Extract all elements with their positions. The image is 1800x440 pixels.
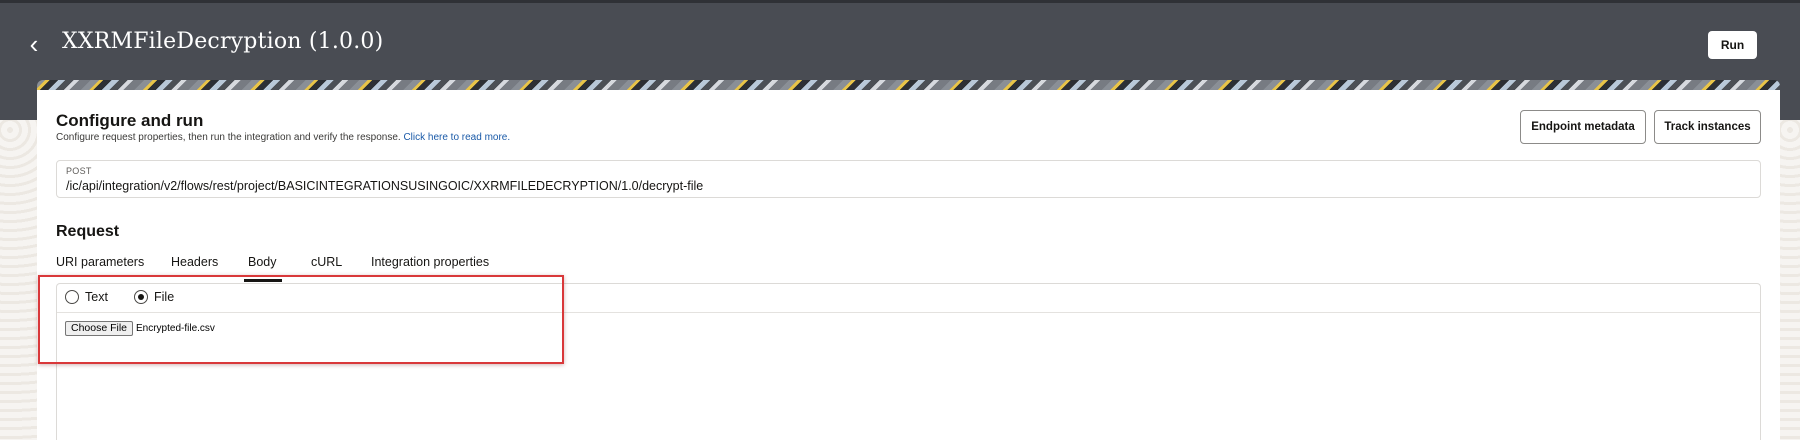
tab-curl[interactable]: cURL [311,255,342,269]
body-editor [56,283,1761,440]
track-instances-button[interactable]: Track instances [1654,110,1761,144]
active-tab-indicator [244,279,282,282]
tab-integration-properties[interactable]: Integration properties [371,255,489,269]
back-chevron-left-icon[interactable]: ‹ [22,29,46,59]
background-texture-right [1780,120,1800,440]
endpoint-field: POST /ic/api/integration/v2/flows/rest/p… [56,160,1761,198]
configure-title: Configure and run [56,111,204,130]
tab-headers[interactable]: Headers [171,255,218,269]
read-more-link[interactable]: Click here to read more. [403,132,510,143]
radio-file[interactable] [134,290,148,304]
description-text: Configure request properties, then run t… [56,132,401,143]
tab-body[interactable]: Body [248,255,277,269]
tab-uri-parameters[interactable]: URI parameters [56,255,144,269]
decorative-banner [37,80,1780,90]
radio-text-label[interactable]: Text [85,290,108,304]
request-title: Request [56,223,120,240]
radio-file-label[interactable]: File [154,290,174,304]
run-button[interactable]: Run [1708,31,1757,59]
background-texture-left [0,120,37,440]
endpoint-url: /ic/api/integration/v2/flows/rest/projec… [66,179,704,193]
selected-file-name: Encrypted-file.csv [136,323,215,334]
endpoint-metadata-button[interactable]: Endpoint metadata [1520,110,1646,144]
endpoint-method: POST [66,166,92,176]
configure-description: Configure request properties, then run t… [56,132,510,143]
page-title: XXRMFileDecryption (1.0.0) [62,29,384,54]
choose-file-button[interactable]: Choose File [65,321,133,336]
radio-text[interactable] [65,290,79,304]
body-divider [57,312,1760,313]
